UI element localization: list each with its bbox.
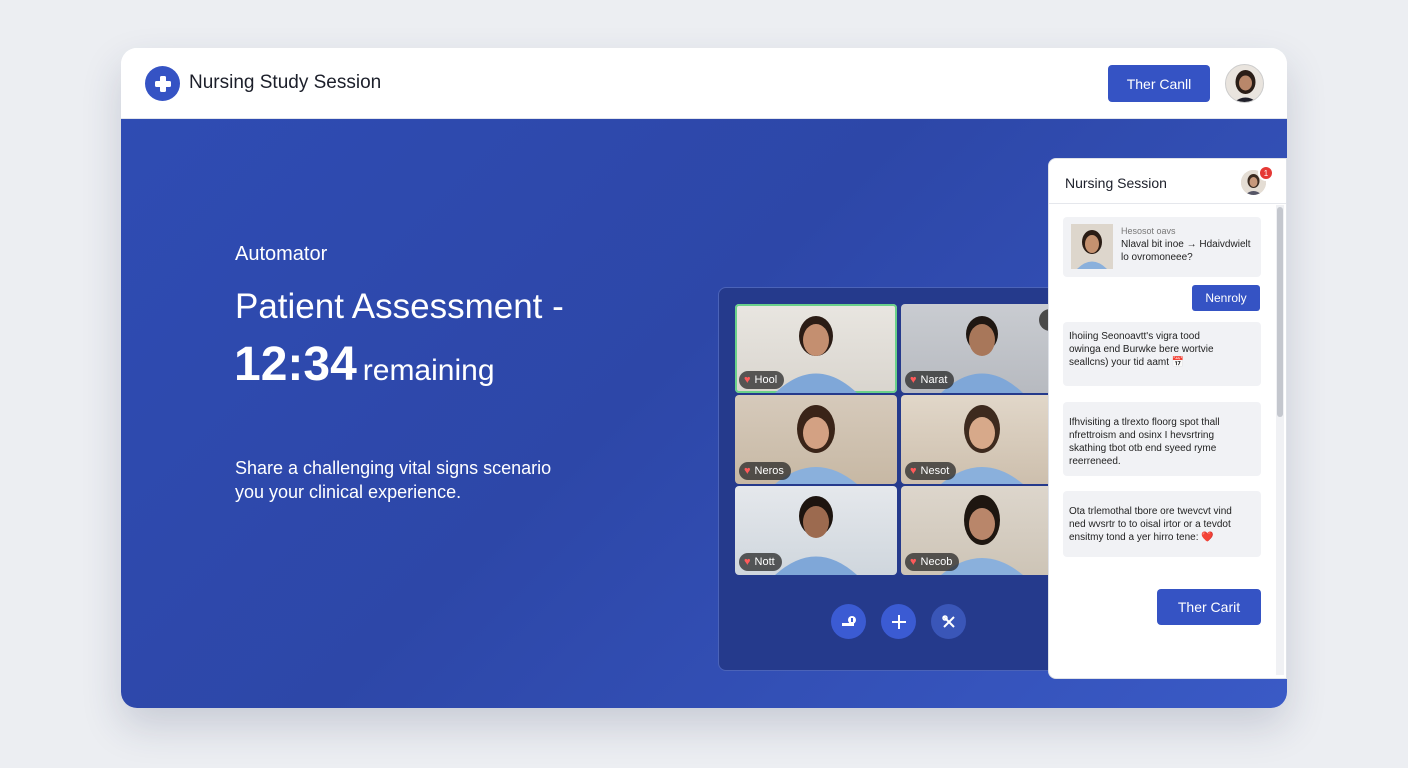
video-tile[interactable]: ♥ Necob <box>901 486 1063 575</box>
plus-icon <box>891 614 906 629</box>
message-text: ned wvsrtr to to oisal irtor or a tevdot <box>1069 519 1231 530</box>
timer-value: 12:34 <box>234 338 357 391</box>
discussion-prompt: Share a challenging vital signs scenario… <box>235 456 575 504</box>
video-tile[interactable]: ♥ Neros <box>735 395 897 484</box>
app-window: Nursing Study Session Ther Canll Automat… <box>121 48 1287 708</box>
share-icon <box>841 615 856 626</box>
heart-icon: ♥ <box>744 374 751 386</box>
chat-message: Ihoiing Seonoavtt's vigra tood owinga en… <box>1063 322 1261 386</box>
role-label: Automator <box>235 243 328 265</box>
header-action-button[interactable]: Ther Canll <box>1108 65 1210 102</box>
chat-header: Nursing Session 1 <box>1049 159 1286 204</box>
participant-name: Nesot <box>920 465 950 477</box>
video-grid: ♥ Hool ♥ Narat ♥ Neros ♥ Nesot ♥ Nott ♥ … <box>735 304 1063 575</box>
message-text: owinga end Burwke bere wortvie <box>1069 344 1214 355</box>
message-text: Ota trlemothal tbore ore twevcvt vind <box>1069 506 1232 517</box>
participant-name: Hool <box>754 374 778 386</box>
message-text: Nlaval bit inoe → Hdaivdwielt <box>1121 239 1251 250</box>
session-title: Patient Assessment - <box>235 287 564 326</box>
add-participant-button[interactable] <box>881 604 916 639</box>
video-tile[interactable]: ♥ Hool <box>735 304 897 393</box>
participant-name: Narat <box>920 374 948 386</box>
message-text: Ifhvisiting a tlrexto floorg spot thall <box>1069 417 1220 428</box>
message-text: lo ovromoneee? <box>1121 252 1193 263</box>
heart-icon: ♥ <box>910 465 917 477</box>
call-controls <box>831 604 966 639</box>
heart-icon: ♥ <box>744 556 751 568</box>
chat-message: Hesosot oavs Nlaval bit inoe → Hdaivdwie… <box>1063 217 1261 277</box>
message-sender: Hesosot oavs <box>1121 226 1176 236</box>
message-text: reerreneed. <box>1069 456 1121 467</box>
message-text: seallcns) your tid aamt 📅 <box>1069 357 1185 368</box>
screen-share-button[interactable] <box>831 604 866 639</box>
tools-icon <box>941 614 955 628</box>
timer-display: 12:34 remaining <box>234 337 495 392</box>
chat-scrollbar[interactable] <box>1276 205 1284 675</box>
app-title: Nursing Study Session <box>189 72 382 93</box>
video-call-panel: ♥ Hool ♥ Narat ♥ Neros ♥ Nesot ♥ Nott ♥ … <box>718 287 1081 671</box>
message-avatar <box>1071 224 1113 269</box>
message-text: Ihoiing Seonoavtt's vigra tood <box>1069 331 1200 342</box>
prompt-line: you your clinical experience. <box>235 482 462 502</box>
chat-message: Ota trlemothal tbore ore twevcvt vind ne… <box>1063 491 1261 557</box>
participant-name-tag: ♥ Narat <box>905 371 955 389</box>
chat-panel: Nursing Session 1 Hesosot oavs Nlaval bi… <box>1048 158 1287 679</box>
participant-name: Nott <box>754 556 775 568</box>
participant-name-tag: ♥ Hool <box>739 371 785 389</box>
participant-name: Neros <box>754 465 784 477</box>
participant-name-tag: ♥ Necob <box>905 553 960 571</box>
participant-name: Necob <box>920 556 953 568</box>
chat-title: Nursing Session <box>1065 175 1167 191</box>
video-tile[interactable]: ♥ Nesot <box>901 395 1063 484</box>
participant-name-tag: ♥ Neros <box>739 462 791 480</box>
timer-suffix: remaining <box>362 354 495 387</box>
heart-icon: ♥ <box>910 374 917 386</box>
medical-cross-logo-icon <box>145 66 180 101</box>
chat-action-button[interactable]: Ther Carit <box>1157 589 1261 625</box>
scroll-thumb[interactable] <box>1277 207 1283 417</box>
message-text: skathing tbot otb end syeed ryme <box>1069 443 1217 454</box>
message-text: ensitmy tond a yer hirro tene: ❤️ <box>1069 532 1214 543</box>
chat-message: Ifhvisiting a tlrexto floorg spot thall … <box>1063 402 1261 476</box>
heart-icon: ♥ <box>744 465 751 477</box>
user-avatar[interactable] <box>1225 64 1264 103</box>
top-bar: Nursing Study Session Ther Canll <box>121 48 1287 119</box>
participant-name-tag: ♥ Nott <box>739 553 782 571</box>
heart-icon: ♥ <box>910 556 917 568</box>
tools-button[interactable] <box>931 604 966 639</box>
participant-name-tag: ♥ Nesot <box>905 462 957 480</box>
reply-chip[interactable]: Nenroly <box>1192 285 1260 311</box>
chat-notification-badge: 1 <box>1258 165 1274 181</box>
prompt-line: Share a challenging vital signs scenario <box>235 458 552 478</box>
video-tile[interactable]: ♥ Nott <box>735 486 897 575</box>
message-text: nfrettroism and osinx I hevsrtring <box>1069 430 1215 441</box>
